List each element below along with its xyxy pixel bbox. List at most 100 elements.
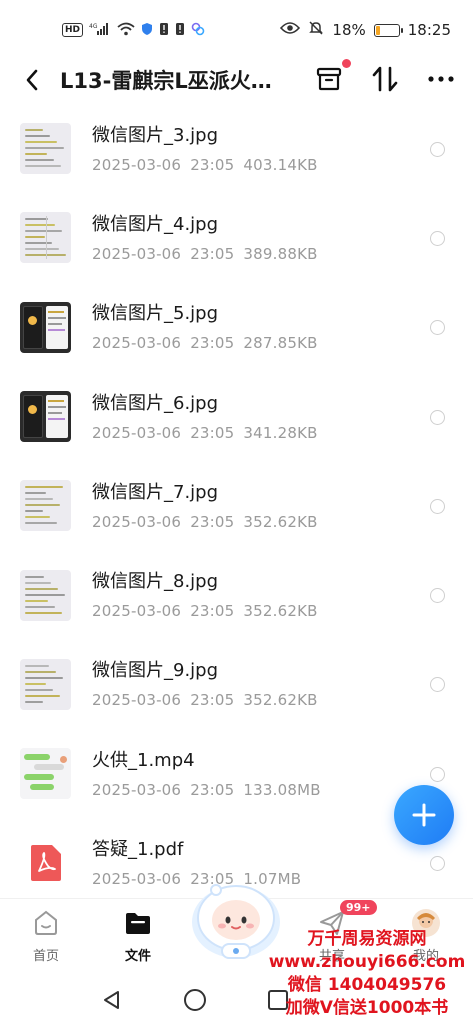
file-thumbnail [20,391,71,443]
eye-icon [280,21,301,39]
watermark-line: 万千周易资源网 [307,929,427,949]
tab-files[interactable]: 文件 [108,907,168,964]
file-row[interactable]: 微信图片_5.jpg 2025-03-06 23:05 287.85KB [0,283,473,372]
notification-dot [342,59,351,68]
select-radio[interactable] [430,141,445,157]
file-date: 2025-03-06 [92,602,182,621]
file-date: 2025-03-06 [92,691,182,710]
file-name: 微信图片_6.jpg [92,392,219,414]
battery-level [375,25,380,35]
file-thumbnail [20,658,71,710]
file-info: 微信图片_7.jpg 2025-03-06 23:05 352.62KB [92,481,318,531]
archive-button[interactable] [315,59,351,96]
file-size: 133.08MB [243,780,321,799]
net-label: 4G [89,23,98,30]
file-info: 火供_1.mp4 2025-03-06 23:05 133.08MB [92,749,321,799]
file-name: 微信图片_4.jpg [92,213,219,235]
file-date: 2025-03-06 [92,870,182,889]
file-time: 23:05 [190,691,235,710]
shield-icon [141,22,153,39]
file-time: 23:05 [190,780,235,799]
file-row[interactable]: 微信图片_4.jpg 2025-03-06 23:05 389.88KB [0,193,473,282]
file-name: 微信图片_3.jpg [92,124,219,146]
file-row[interactable]: 微信图片_7.jpg 2025-03-06 23:05 352.62KB [0,461,473,550]
file-meta: 2025-03-06 23:05 403.14KB [92,156,318,174]
status-icons: HD 4G [62,22,205,39]
watermark-line: 微信 1404049576 [287,975,447,995]
share-badge: 99+ [340,900,377,915]
file-meta: 2025-03-06 23:05 352.62KB [92,691,318,709]
select-radio[interactable] [430,498,445,514]
battery-icon [373,23,403,37]
file-meta: 2025-03-06 23:05 352.62KB [92,513,318,531]
file-info: 微信图片_3.jpg 2025-03-06 23:05 403.14KB [92,124,318,174]
file-row[interactable]: 微信图片_8.jpg 2025-03-06 23:05 352.62KB [0,550,473,639]
file-name: 微信图片_7.jpg [92,481,219,503]
hd-badge: HD [62,23,84,37]
file-thumbnail [20,480,71,532]
file-size: 389.88KB [243,244,318,263]
header: L13-雷麒宗L巫派火... [0,56,473,104]
file-thumbnail [20,569,71,621]
select-radio[interactable] [430,320,445,336]
file-date: 2025-03-06 [92,423,182,442]
file-size: 287.85KB [243,334,318,353]
plus-icon [412,803,436,827]
watermark: 万千周易资源网 www.zhouyi666.com 微信 1404049576 … [262,928,472,1020]
file-thumbnail [20,301,71,353]
file-meta: 2025-03-06 23:05 352.62KB [92,602,318,620]
watermark-line: 加微V信送1000本书 [285,998,449,1018]
file-size: 352.62KB [243,691,318,710]
select-radio[interactable] [430,766,445,782]
file-name: 答疑_1.pdf [92,839,184,861]
file-thumbnail [20,123,71,175]
file-name: 微信图片_9.jpg [92,660,219,682]
add-button[interactable] [394,785,454,845]
circle-home-icon [184,989,206,1011]
file-row[interactable]: 微信图片_9.jpg 2025-03-06 23:05 352.62KB [0,640,473,729]
mute-icon [308,20,324,40]
file-list: 微信图片_3.jpg 2025-03-06 23:05 403.14KB 微信图片_4.… [0,104,473,908]
file-date: 2025-03-06 [92,780,182,799]
sort-button[interactable] [371,62,399,96]
nav-back-button[interactable] [98,986,126,1014]
battery-percent: 18% [332,21,366,39]
sort-icon [372,66,398,92]
app-notification-icon [191,22,205,39]
folder-icon [126,913,150,934]
more-button[interactable] [427,62,455,96]
file-time: 23:05 [190,602,235,621]
select-radio[interactable] [430,230,445,246]
back-button[interactable] [18,66,46,94]
alert-icon [175,22,185,39]
nav-home-button[interactable] [181,986,209,1014]
select-radio[interactable] [430,409,445,425]
file-thumbnail [20,748,71,800]
file-date: 2025-03-06 [92,155,182,174]
file-row[interactable]: 微信图片_3.jpg 2025-03-06 23:05 403.14KB [0,104,473,193]
signal-icon: 4G [89,22,111,39]
watermark-line: www.zhouyi666.com [268,952,466,972]
archive-icon [316,67,342,91]
home-icon [35,910,57,935]
file-time: 23:05 [190,512,235,531]
tab-home[interactable]: 首页 [16,907,76,964]
file-meta: 2025-03-06 23:05 133.08MB [92,781,321,799]
tab-label: 文件 [124,949,151,964]
file-time: 23:05 [190,334,235,353]
file-info: 微信图片_8.jpg 2025-03-06 23:05 352.62KB [92,570,318,620]
file-size: 352.62KB [243,602,318,621]
status-right: 18% 18:25 [280,20,451,40]
tab-label: 首页 [32,949,59,964]
alert-icon [159,22,169,39]
file-time: 23:05 [190,244,235,263]
status-bar: HD 4G 18% 18:25 [0,0,473,60]
file-info: 微信图片_9.jpg 2025-03-06 23:05 352.62KB [92,659,318,709]
file-name: 微信图片_8.jpg [92,571,219,593]
select-radio[interactable] [430,677,445,693]
file-size: 352.62KB [243,512,318,531]
select-radio[interactable] [430,856,445,872]
select-radio[interactable] [430,588,445,604]
clock: 18:25 [407,21,451,39]
file-row[interactable]: 微信图片_6.jpg 2025-03-06 23:05 341.28KB [0,372,473,461]
